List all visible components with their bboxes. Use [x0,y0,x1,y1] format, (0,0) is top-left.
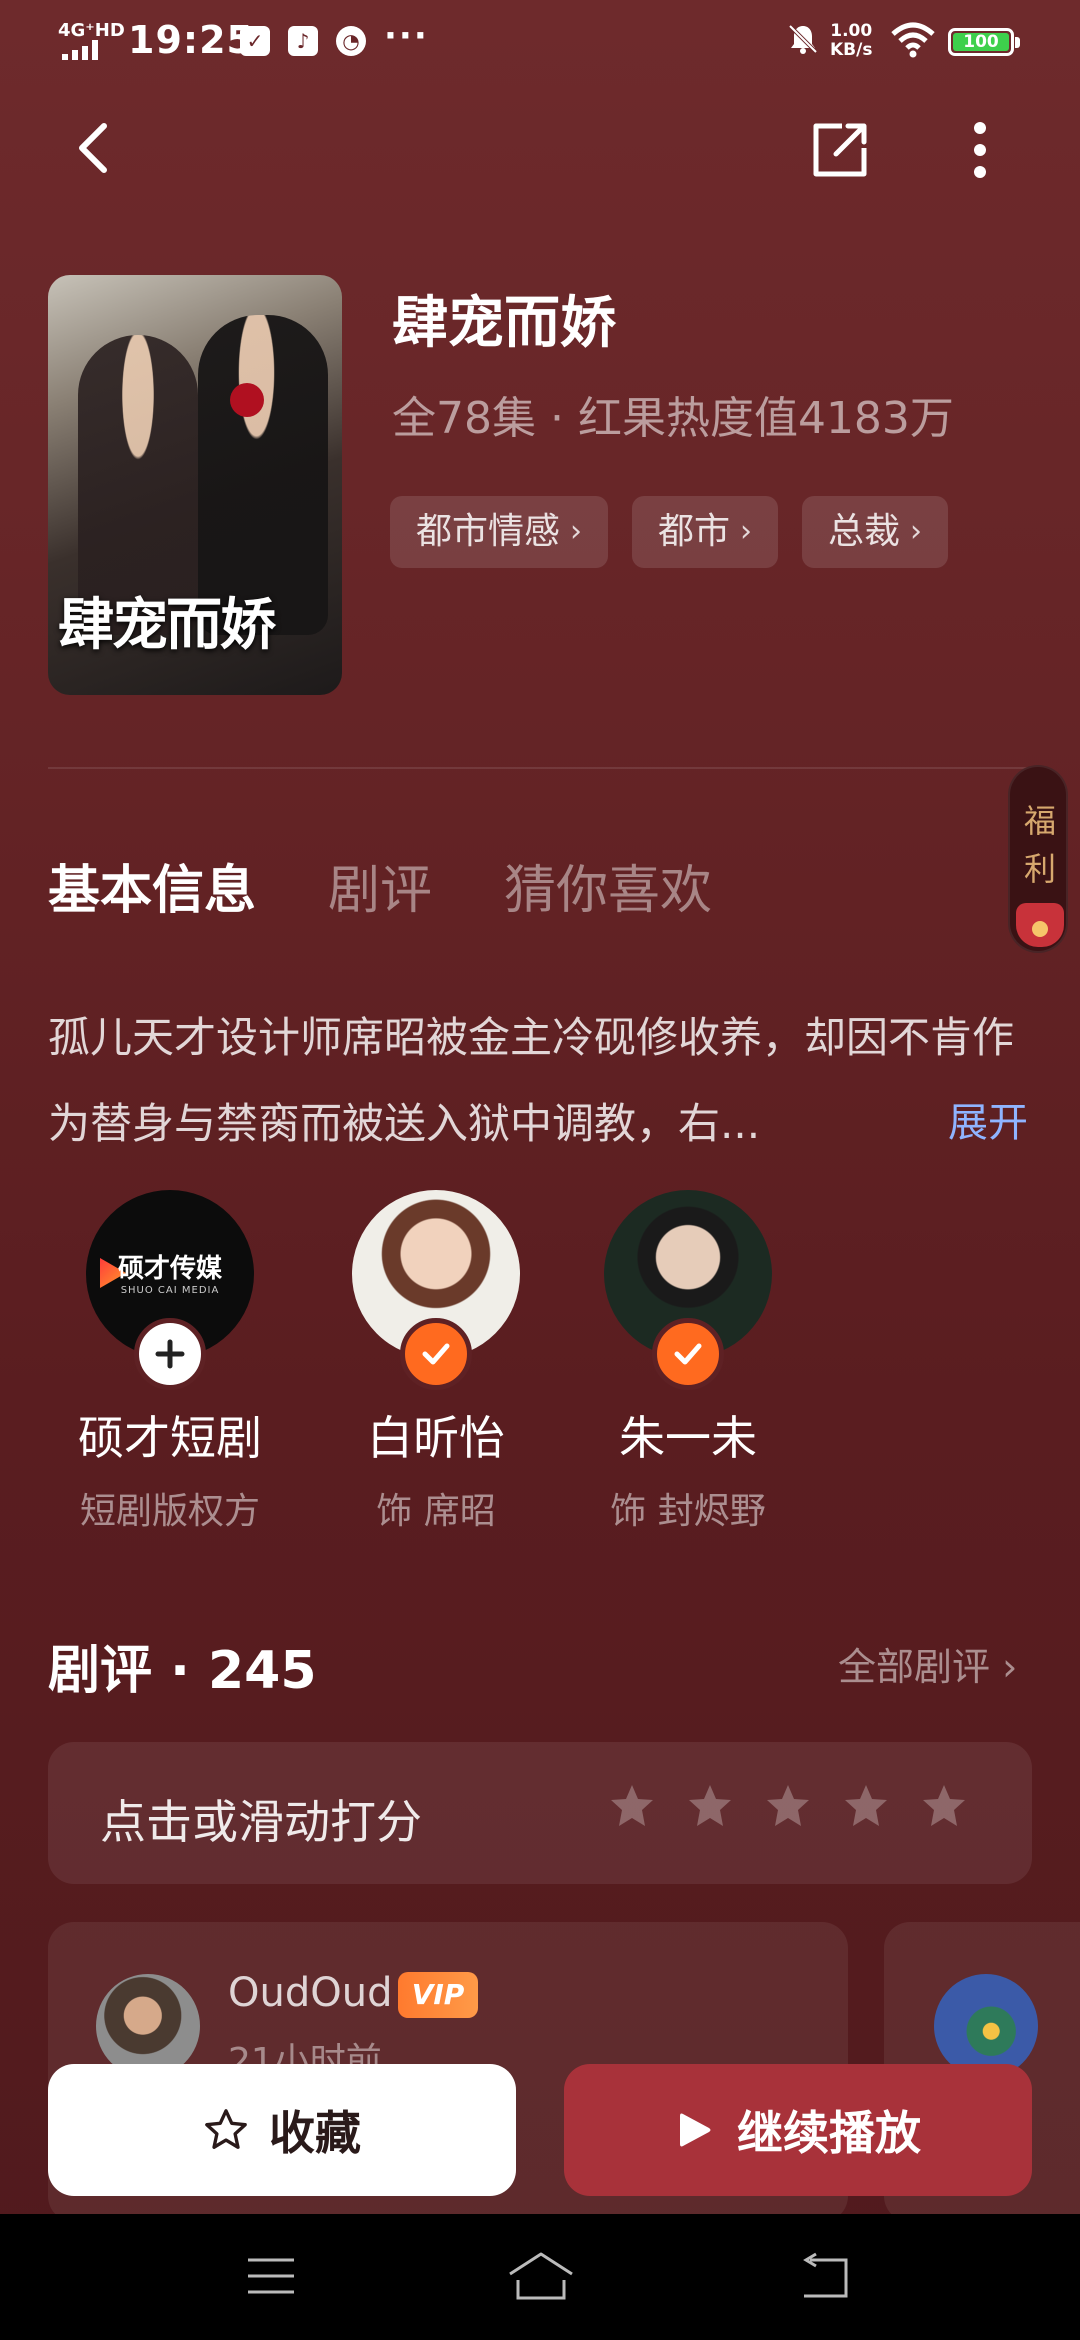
person-actor[interactable]: 白昕怡 饰 席昭 [326,1190,546,1534]
drama-poster[interactable]: 肆宠而娇 [48,275,342,695]
tab-basic-info[interactable]: 基本信息 [48,848,256,923]
tag-label: 都市情感 [416,511,561,552]
speed-unit: KB/s [830,40,873,60]
rating-prompt: 点击或滑动打分 [100,1795,422,1849]
follow-plus-button[interactable] [134,1318,206,1390]
star-icon[interactable] [764,1782,812,1830]
favorite-button[interactable]: 收藏 [48,2064,516,2196]
rose-icon [230,383,264,417]
tag-label: 总裁 [828,511,901,552]
tag-chip[interactable]: 都市情感 › [390,496,609,568]
user-avatar [934,1974,1038,2078]
expand-link[interactable]: 展开 [948,1090,1028,1148]
chevron-right-icon: › [570,514,583,549]
more-options-button[interactable] [960,118,1000,182]
synopsis-text: 孤儿天才设计师席昭被金主冷砚修收养，却因不肯作为替身与禁脔而被送入狱中调教，右.… [48,1013,1015,1148]
share-button[interactable] [808,118,872,182]
clipboard-icon: ✓ [240,26,270,56]
chevron-right-icon: › [1002,1645,1018,1689]
poster-title: 肆宠而娇 [58,592,276,658]
speed-value: 1.00 [830,21,873,41]
star-rating[interactable] [608,1782,968,1830]
all-reviews-link[interactable]: 全部剧评 › [838,1636,1017,1691]
plus-icon [155,1339,185,1369]
star-icon[interactable] [686,1782,734,1830]
reviews-heading: 剧评 · 245 [48,1641,317,1701]
studio-logo: 硕才传媒 SHUO CAI MEDIA [86,1248,254,1296]
star-icon[interactable] [920,1782,968,1830]
check-icon [674,1343,702,1365]
avatar [352,1190,520,1390]
status-bar: 4G⁺HD 19:25 ✓ ♪ ◔ ··· 1.00 KB/s 100 [0,0,1080,90]
avatar [604,1190,772,1390]
play-icon [680,2113,711,2147]
star-outline-icon [205,2109,247,2149]
recent-apps-icon[interactable] [246,2256,296,2296]
chevron-right-icon: › [910,514,923,549]
followed-check-badge[interactable] [652,1318,724,1390]
network-label: 4G⁺HD [58,20,125,41]
tab-bar: 基本信息 剧评 猜你喜欢 [48,848,712,923]
favorite-label: 收藏 [269,2106,361,2160]
person-studio[interactable]: 硕才传媒 SHUO CAI MEDIA 硕才短剧 短剧版权方 [60,1190,280,1534]
person-role: 饰 封烬野 [610,1491,766,1532]
followed-check-badge[interactable] [400,1318,472,1390]
chevron-right-icon: › [740,514,753,549]
battery-icon: 100 [948,28,1020,56]
check-icon [422,1343,450,1365]
benefit-label: 福利 [1023,802,1056,888]
person-name: 朱一未 [619,1411,757,1465]
network-speed: 1.00 KB/s [830,22,872,60]
mute-icon [788,24,818,54]
signal-icon [62,40,98,60]
drama-title: 肆宠而娇 [392,291,616,356]
logo-text: 硕才传媒 [117,1254,222,1284]
person-name: 硕才短剧 [78,1411,262,1465]
tab-reviews[interactable]: 剧评 [328,848,432,923]
tag-list: 都市情感 › 都市 › 总裁 › [390,496,949,568]
divider [48,767,1032,769]
person-role: 短剧版权方 [79,1491,260,1532]
avatar: 硕才传媒 SHUO CAI MEDIA [86,1190,254,1390]
star-icon[interactable] [842,1782,890,1830]
clock: 19:25 [128,18,254,62]
wifi-icon [891,22,935,58]
more-notifications-icon: ··· [384,16,429,56]
tag-chip[interactable]: 都市 › [632,496,779,568]
all-reviews-label: 全部剧评 [838,1645,991,1689]
logo-subtext: SHUO CAI MEDIA [120,1285,220,1296]
user-avatar [96,1974,200,2078]
home-icon[interactable] [506,2250,576,2302]
tag-label: 都市 [658,511,731,552]
red-envelope-icon [1016,903,1064,947]
continue-play-button[interactable]: 继续播放 [564,2064,1032,2196]
back-button[interactable] [66,118,126,178]
tab-recommendations[interactable]: 猜你喜欢 [504,848,712,923]
speed-icon: ◔ [336,26,366,56]
benefit-side-button[interactable]: 福利 [1008,765,1068,953]
tag-chip[interactable]: 总裁 › [802,496,949,568]
review-username: OudOud [228,1970,393,2016]
person-actor[interactable]: 朱一未 饰 封烬野 [578,1190,798,1534]
system-back-icon[interactable] [796,2252,852,2300]
star-icon[interactable] [608,1782,656,1830]
battery-level: 100 [953,33,1009,51]
person-role: 饰 席昭 [376,1491,496,1532]
vip-badge: VIP [398,1972,478,2018]
drama-meta: 全78集 · 红果热度值4183万 [392,393,954,444]
music-icon: ♪ [288,26,318,56]
system-navigation-bar [0,2214,1080,2340]
rating-box[interactable]: 点击或滑动打分 [48,1742,1032,1884]
play-label: 继续播放 [737,2106,921,2160]
person-name: 白昕怡 [367,1411,505,1465]
